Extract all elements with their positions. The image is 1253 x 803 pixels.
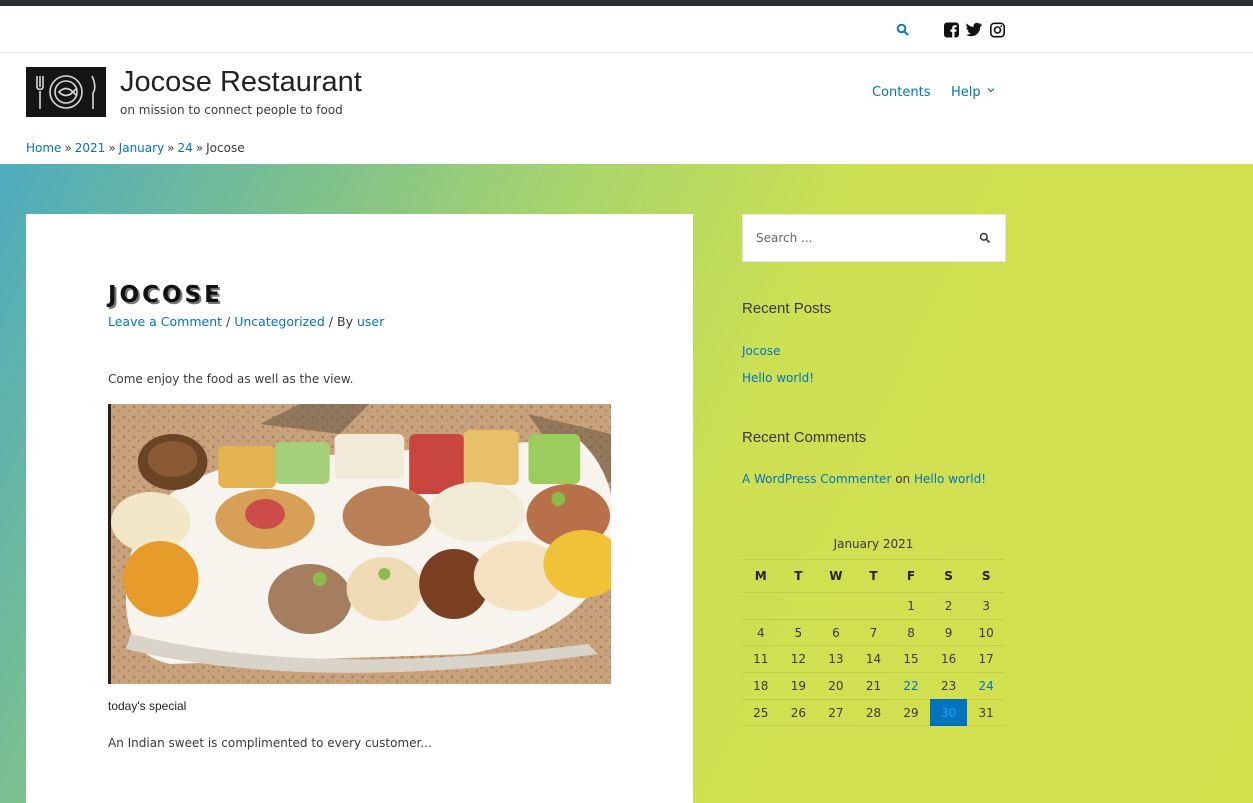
calendar-day-link[interactable]: 22 [892,672,930,700]
search-input[interactable] [743,215,973,261]
calendar-day: 5 [779,619,818,647]
calendar-day: 1 [892,592,930,620]
weekday-header: S [967,559,1005,593]
restaurant-logo[interactable] [26,67,106,117]
calendar-day: 4 [742,619,780,647]
calendar-week-row: 18 19 20 21 22 23 24 [742,672,1005,700]
site-tagline: on mission to connect people to food [120,103,343,117]
calendar-day: 2 [929,592,968,620]
recent-posts-heading: Recent Posts [742,300,832,317]
recent-comment-item: A WordPress Commenter on Hello world! [742,472,986,486]
calendar-empty-cell [854,592,893,620]
calendar-day: 6 [817,619,855,647]
post-body: An Indian sweet is complimented to every… [108,736,432,750]
breadcrumb-home[interactable]: Home [26,141,61,155]
breadcrumb: Home» 2021» January» 24» Jocose [26,141,245,155]
comment-post-link[interactable]: Hello world! [914,472,986,486]
sweets-platter-image [108,404,611,684]
calendar-week-row: 11 12 13 14 15 16 17 [742,645,1005,674]
calendar-day: 9 [929,619,968,647]
nav-help-link[interactable]: Help [951,85,995,100]
breadcrumb-month[interactable]: January [119,141,165,155]
calendar-week-row: 25 26 27 28 29 30 31 [742,699,1005,727]
nav-help-label: Help [951,85,981,100]
calendar-day: 11 [742,645,780,674]
comment-on-label: on [895,472,911,486]
calendar-day: 13 [817,645,855,674]
post-article: JOCOSE Leave a Comment / Uncategorized /… [26,214,693,803]
breadcrumb-separator: » [167,141,175,155]
site-title[interactable]: Jocose Restaurant [120,66,362,99]
recent-comments-heading: Recent Comments [742,429,867,446]
calendar-empty-cell [779,592,818,620]
author-link[interactable]: user [357,314,384,329]
calendar-day: 3 [967,592,1005,620]
weekday-header: F [892,559,930,593]
breadcrumb-current: Jocose [206,141,245,155]
calendar-day: 16 [929,645,968,674]
calendar-day: 27 [817,699,855,727]
calendar-day-link[interactable]: 24 [967,672,1005,700]
post-intro: Come enjoy the food as well as the view. [108,372,354,386]
calendar-day: 7 [854,619,893,647]
calendar-week-row: 123 [742,592,1005,620]
calendar-day: 15 [892,645,930,674]
image-caption: today's special [108,699,187,713]
post-title: JOCOSE [108,282,223,308]
facebook-icon[interactable] [944,21,959,39]
recent-post-link[interactable]: Jocose [742,344,780,358]
calendar-day: 31 [967,699,1005,727]
weekday-header: T [779,559,818,593]
comment-author-link[interactable]: A WordPress Commenter [742,472,891,486]
twitter-icon[interactable] [966,21,982,39]
calendar-day: 28 [854,699,893,727]
calendar-day-today: 30 [929,699,968,727]
top-utility-bar [0,6,1253,53]
calendar-day: 23 [929,672,968,700]
calendar-day: 10 [967,619,1005,647]
calendar-week-row: 4 5 6 7 8 9 10 [742,619,1005,647]
calendar-day: 17 [967,645,1005,674]
calendar-day: 14 [854,645,893,674]
calendar-empty-cell [742,592,780,620]
calendar-day: 19 [779,672,818,700]
by-label: By [337,314,353,329]
chevron-down-icon [987,88,995,93]
leave-comment-link[interactable]: Leave a Comment [108,314,222,329]
calendar-body: 1 2 3 4 5 6 7 8 9 10 11 12 13 14 15 16 17 18 19 20 21 22 23 24 2… [742,592,1005,727]
category-link[interactable]: Uncategorized [234,314,325,329]
breadcrumb-day[interactable]: 24 [178,141,193,155]
calendar-table: M T W T F S S 1 2 3 4 5 6 7 8 9 10 11 12 13 14 15 16 17 1… [742,559,1005,727]
calendar-day: 29 [892,699,930,727]
calendar-day: 20 [817,672,855,700]
breadcrumb-year[interactable]: 2021 [75,141,106,155]
sidebar-search [742,214,1006,262]
breadcrumb-separator: » [108,141,116,155]
calendar-day: 8 [892,619,930,647]
search-icon[interactable] [979,232,991,244]
weekday-header: T [854,559,893,593]
recent-post-link[interactable]: Hello world! [742,371,814,385]
calendar-empty-cell [817,592,855,620]
weekday-header: M [742,559,780,593]
instagram-icon[interactable] [990,21,1005,39]
calendar-day: 18 [742,672,780,700]
calendar-caption: January 2021 [833,537,914,551]
breadcrumb-separator: » [64,141,72,155]
calendar-day: 12 [779,645,818,674]
calendar-day: 25 [742,699,780,727]
calendar-day: 26 [779,699,818,727]
meta-separator: / [328,314,334,329]
calendar-weekday-row: M T W T F S S [742,559,1005,593]
meta-separator: / [226,314,231,329]
breadcrumb-separator: » [195,141,204,155]
nav-contents-link[interactable]: Contents [872,85,930,100]
calendar-day: 21 [854,672,893,700]
search-icon[interactable] [896,23,910,37]
post-meta: Leave a Comment / Uncategorized / By use… [108,314,384,329]
weekday-header: S [929,559,968,593]
weekday-header: W [817,559,855,593]
